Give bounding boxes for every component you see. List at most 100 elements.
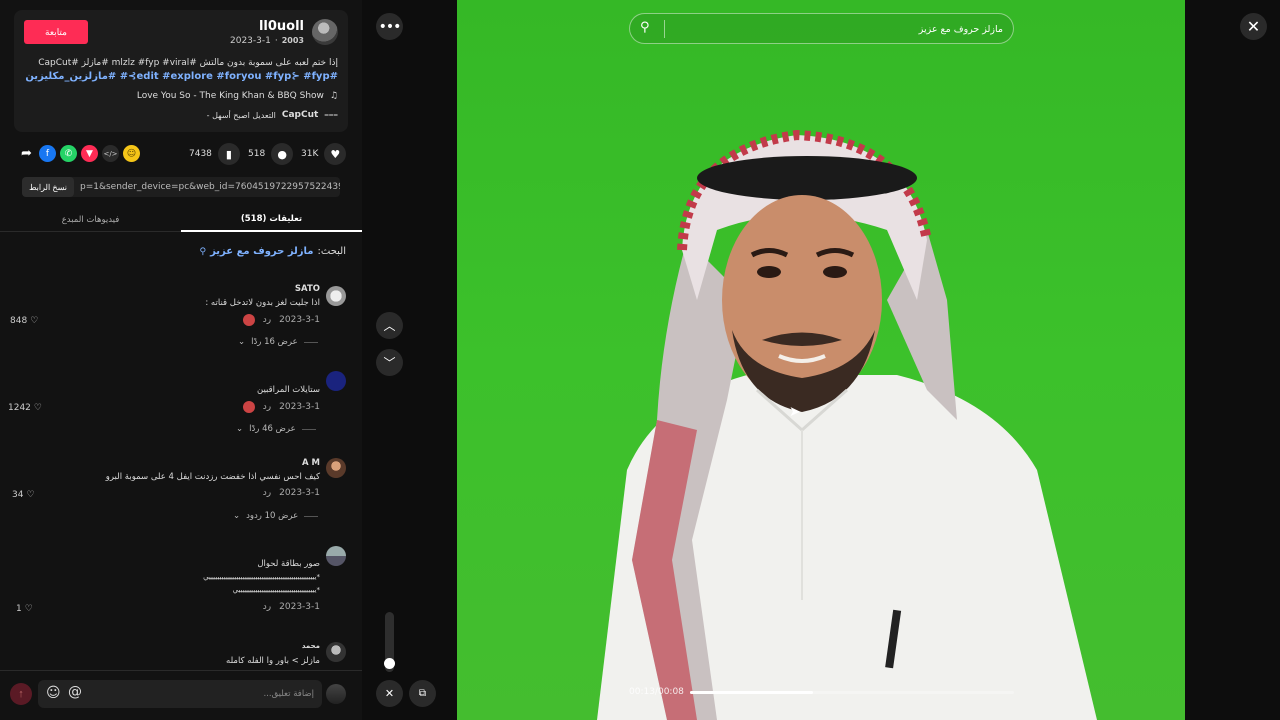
comment-reply-button[interactable]: رد <box>263 402 271 412</box>
comment-text-line-2: *ييييييييييييييييييييييييييييييييييييييي… <box>203 573 320 581</box>
saves-stat[interactable]: 7438 ▮ <box>189 143 240 165</box>
pip-icon: ⧉ <box>418 688 427 699</box>
chevron-down-icon: ﹀ <box>383 356 396 370</box>
comments-stat[interactable]: 518 ● <box>248 143 294 165</box>
search-icon: ⚲ <box>640 20 650 35</box>
chevron-down-icon: ⌄ <box>236 424 244 434</box>
comment-like-button[interactable]: 34 ♡ <box>12 490 35 500</box>
more-options-button[interactable]: ••• <box>376 13 403 40</box>
stats-row: ➦ f ✆ ▼ </> ☺ 7438 ▮ 518 ● 31K ♥ <box>18 143 347 167</box>
playback-progress-bar[interactable] <box>690 691 1014 694</box>
playback-time: 00:13/00:08 <box>629 687 684 697</box>
comments-count: 518 <box>248 149 266 159</box>
caption-text: إذا ختم لعبه على سموبة بدون مالتش #mlzlz… <box>38 58 338 68</box>
tab-comments[interactable]: تعليقات (518) <box>181 207 362 232</box>
copy-link-button[interactable]: نسخ الرابط <box>22 177 74 197</box>
comment-date: 2023-3-1 <box>279 402 320 412</box>
capcut-row[interactable]: - التعديل اصبح أسهل CapCut ⩶ <box>207 110 338 120</box>
heart-icon: ♥ <box>324 143 347 165</box>
volume-knob[interactable] <box>384 658 395 669</box>
comment-meta: رد 2023-3-1 <box>263 488 320 498</box>
playback-progress-fill <box>690 691 814 694</box>
author-avatar[interactable] <box>312 19 338 45</box>
speaker-muted-icon: ✕ <box>384 687 395 700</box>
telegram-icon[interactable]: ▼ <box>81 145 98 162</box>
creator-liked-avatar <box>242 401 255 413</box>
comment-date: 2023-3-1 <box>279 488 320 498</box>
embed-icon[interactable]: </> <box>102 145 119 162</box>
coin-icon[interactable]: ☺ <box>123 145 140 162</box>
creator-liked-avatar <box>242 314 255 326</box>
comment-like-count: 1242 <box>8 403 31 413</box>
video-player[interactable]: ➤ <box>457 0 1185 720</box>
previous-video-button[interactable]: ︿ <box>376 312 403 339</box>
comment-like-button[interactable]: 848 ♡ <box>10 316 38 326</box>
capcut-tagline: - التعديل اصبح أسهل <box>206 110 276 120</box>
tab-creator-videos[interactable]: فيديوهات المبدع <box>0 207 181 232</box>
comment-text: صور بطاقة لحوال <box>257 559 320 569</box>
comment-username[interactable]: محمد <box>302 642 320 650</box>
search-hint[interactable]: البحث: مازلز حروف مع عزيز ⚲ <box>199 246 346 257</box>
video-link[interactable]: p=1&sender_device=pc&web_id=760451972295… <box>74 182 340 192</box>
facebook-icon[interactable]: f <box>39 145 56 162</box>
mention-icon[interactable]: @ <box>68 684 82 700</box>
author-meta: 2023-3-1 · 2003 <box>230 36 304 46</box>
view-replies-button[interactable]: ⌄ عرض 46 ردًا <box>236 424 316 434</box>
bookmark-icon: ▮ <box>217 143 240 165</box>
close-icon: ✕ <box>1246 17 1261 36</box>
comment-avatar[interactable] <box>326 642 346 662</box>
comment-meta: رد 2023-3-1 <box>263 602 320 612</box>
close-button[interactable]: ✕ <box>1240 13 1267 40</box>
chevron-down-icon: ⌄ <box>233 511 241 521</box>
search-hint-prefix: البحث: <box>317 246 347 257</box>
saves-count: 7438 <box>189 149 212 159</box>
view-replies-button[interactable]: ⌄ عرض 16 ردًا <box>238 337 318 347</box>
right-backdrop <box>1185 0 1280 720</box>
comment-meta: رد 2023-3-1 <box>242 314 320 326</box>
picture-in-picture-button[interactable]: ⧉ <box>409 680 436 707</box>
likes-stat[interactable]: 31K ♥ <box>301 143 347 165</box>
likes-count: 31K <box>301 149 319 159</box>
comment-reply-button[interactable]: رد <box>263 602 271 612</box>
mute-button[interactable]: ✕ <box>376 680 403 707</box>
heart-outline-icon: ♡ <box>26 490 35 500</box>
comment-username[interactable]: A M <box>302 458 320 468</box>
music-title: Love You So - The King Khan & BBQ Show <box>136 91 324 101</box>
author-card: متابعة ll0uoll 2023-3-1 · 2003 إذا ختم ل… <box>14 10 348 132</box>
comment-text-line-3: *يييييييييييييييييييييييييييييييييييييي <box>232 586 320 594</box>
music-row[interactable]: Love You So - The King Khan & BBQ Show ♫ <box>137 91 338 101</box>
comment-avatar[interactable] <box>326 546 346 566</box>
view-replies-button[interactable]: ⌄ عرض 10 ردود <box>233 511 319 521</box>
send-comment-button[interactable]: ↑ <box>10 683 32 705</box>
comment-meta: رد 2023-3-1 <box>242 401 320 413</box>
comment-input[interactable] <box>114 685 314 703</box>
comment-avatar[interactable] <box>326 371 346 391</box>
comment-reply-button[interactable]: رد <box>263 488 271 498</box>
comment-reply-button[interactable]: رد <box>263 315 271 325</box>
chevron-up-icon: ︿ <box>383 319 396 333</box>
comment-date: 2023-3-1 <box>279 602 320 612</box>
next-video-button[interactable]: ﹀ <box>376 349 403 376</box>
comment-input-wrap: ☺ @ <box>38 680 322 708</box>
comment-avatar[interactable] <box>326 458 346 478</box>
comment-date: 2023-3-1 <box>279 315 320 325</box>
whatsapp-icon[interactable]: ✆ <box>60 145 77 162</box>
author-name[interactable]: ll0uoll <box>259 19 304 34</box>
video-search-bar[interactable]: ⚲ <box>629 13 1014 44</box>
current-user-avatar <box>326 684 346 704</box>
comment-like-button[interactable]: 1 ♡ <box>16 604 33 614</box>
comment-username[interactable]: SATO <box>295 284 320 294</box>
video-search-input[interactable] <box>683 20 1003 38</box>
comment-like-button[interactable]: 1242 ♡ <box>8 403 42 413</box>
emoji-icon[interactable]: ☺ <box>46 685 61 701</box>
comment-avatar[interactable] <box>326 286 346 306</box>
mouse-cursor-icon: ➤ <box>789 404 801 420</box>
heart-outline-icon: ♡ <box>30 316 39 326</box>
comment-like-count: 848 <box>10 316 28 326</box>
caption-hashtags[interactable]: #edit #explore #foryou #fyp⊱ #fyp⊱# #ماز… <box>24 70 338 84</box>
heart-outline-icon: ♡ <box>24 604 33 614</box>
more-dots-icon: ••• <box>378 18 402 35</box>
share-arrow-icon[interactable]: ➦ <box>18 145 35 162</box>
follow-button[interactable]: متابعة <box>24 20 88 44</box>
arrow-up-icon: ↑ <box>18 688 24 700</box>
